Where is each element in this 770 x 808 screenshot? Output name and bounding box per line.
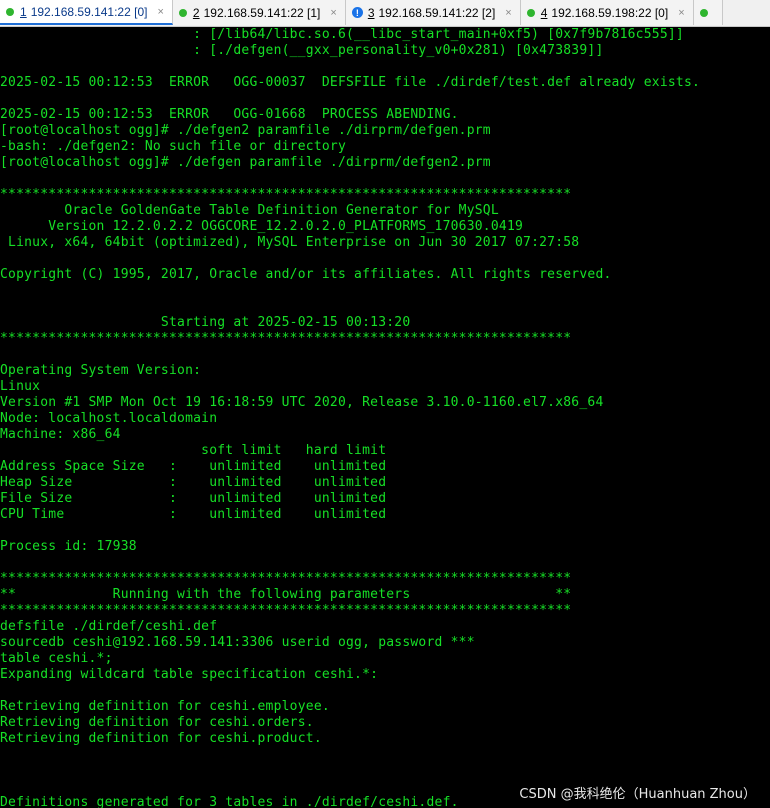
terminal-line: Heap Size : unlimited unlimited — [0, 475, 387, 490]
tab-session-3[interactable]: ! 3 192.168.59.141:22 [2] × — [345, 0, 521, 25]
close-icon[interactable]: × — [495, 7, 511, 19]
terminal-line: Operating System Version: — [0, 363, 202, 378]
session-tab-bar: 1 192.168.59.141:22 [0] × 2 192.168.59.1… — [0, 0, 770, 27]
tab-title: 192.168.59.141:22 [0] — [30, 4, 148, 19]
terminal-line: ** Running with the following parameters… — [0, 587, 572, 602]
tab-number: 2 — [192, 5, 200, 20]
tab-session-5[interactable] — [693, 0, 723, 25]
terminal-line: Linux — [0, 379, 41, 394]
terminal-lines: : [/lib64/libc.so.6(__libc_start_main+0x… — [0, 27, 770, 808]
tab-session-1[interactable]: 1 192.168.59.141:22 [0] × — [0, 0, 173, 25]
terminal-line: ****************************************… — [0, 603, 572, 618]
terminal-line: Version 12.2.0.2.2 OGGCORE_12.2.0.2.0_PL… — [0, 219, 524, 234]
tab-title: 192.168.59.198:22 [0] — [551, 5, 669, 20]
terminal-line: ****************************************… — [0, 187, 572, 202]
terminal-line: Address Space Size : unlimited unlimited — [0, 459, 387, 474]
terminal-line: Expanding wildcard table specification c… — [0, 667, 379, 682]
tab-session-4[interactable]: 4 192.168.59.198:22 [0] × — [520, 0, 694, 25]
terminal-line: Version #1 SMP Mon Oct 19 16:18:59 UTC 2… — [0, 395, 604, 410]
terminal-line: table ceshi.*; — [0, 651, 113, 666]
terminal-line: Retrieving definition for ceshi.employee… — [0, 699, 330, 714]
tab-title: 192.168.59.141:22 [2] — [378, 5, 496, 20]
tab-title: 192.168.59.141:22 [1] — [203, 5, 321, 20]
tab-number: 1 — [20, 4, 27, 19]
terminal-line: defsfile ./dirdef/ceshi.def — [0, 619, 218, 634]
terminal-line: Retrieving definition for ceshi.orders. — [0, 715, 314, 730]
connected-status-icon — [526, 8, 535, 17]
connected-status-icon — [699, 8, 708, 17]
terminal-line: CPU Time : unlimited unlimited — [0, 507, 387, 522]
terminal-line: File Size : unlimited unlimited — [0, 491, 387, 506]
terminal-line: soft limit hard limit — [0, 443, 387, 458]
tab-number: 3 — [367, 5, 375, 20]
terminal-line: Retrieving definition for ceshi.product. — [0, 731, 322, 746]
terminal-line: Linux, x64, 64bit (optimized), MySQL Ent… — [0, 235, 580, 250]
tab-session-2[interactable]: 2 192.168.59.141:22 [1] × — [172, 0, 346, 25]
tab-number: 4 — [540, 5, 548, 20]
terminal-line: ****************************************… — [0, 331, 572, 346]
alert-status-icon: ! — [351, 7, 363, 18]
terminal-line: : [./defgen(__gxx_personality_v0+0x281) … — [0, 43, 604, 58]
terminal-line: [root@localhost ogg]# ./defgen paramfile… — [0, 155, 491, 170]
connected-status-icon — [178, 8, 187, 17]
terminal-line: -bash: ./defgen2: No such file or direct… — [0, 139, 347, 154]
close-icon[interactable]: × — [668, 7, 684, 19]
terminal-line: 2025-02-15 00:12:53 ERROR OGG-00037 DEFS… — [0, 75, 701, 90]
terminal-line: Oracle GoldenGate Table Definition Gener… — [0, 203, 499, 218]
terminal-line: Process id: 17938 — [0, 539, 137, 554]
csdn-watermark: CSDN @我科绝伦（Huanhuan Zhou） — [519, 787, 756, 802]
terminal-line: Node: localhost.localdomain — [0, 411, 218, 426]
terminal-line: [root@localhost ogg]# ./defgen2 paramfil… — [0, 123, 491, 138]
terminal-line: Copyright (C) 1995, 2017, Oracle and/or … — [0, 267, 612, 282]
terminal-line: ****************************************… — [0, 571, 572, 586]
terminal-line: 2025-02-15 00:12:53 ERROR OGG-01668 PROC… — [0, 107, 459, 122]
terminal-output[interactable]: : [/lib64/libc.so.6(__libc_start_main+0x… — [0, 27, 770, 808]
terminal-line: Starting at 2025-02-15 00:13:20 — [0, 315, 411, 330]
connected-status-icon — [6, 7, 14, 16]
terminal-line: Machine: x86_64 — [0, 427, 121, 442]
terminal-line: : [/lib64/libc.so.6(__libc_start_main+0x… — [0, 27, 684, 42]
close-icon[interactable]: × — [147, 6, 163, 18]
close-icon[interactable]: × — [320, 7, 336, 19]
terminal-line: sourcedb ceshi@192.168.59.141:3306 useri… — [0, 635, 475, 650]
